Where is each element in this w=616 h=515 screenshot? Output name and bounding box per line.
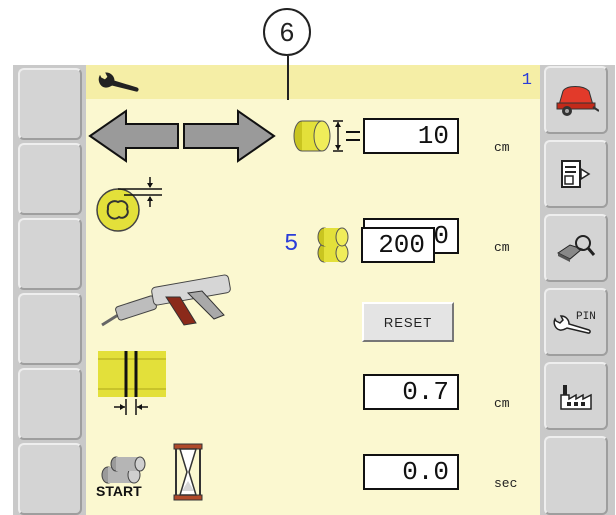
wrench-icon xyxy=(98,72,139,92)
document-export-button[interactable] xyxy=(544,140,608,208)
header-bar: 1 xyxy=(86,65,540,99)
start-delay-unit: sec xyxy=(494,476,518,491)
bale-size-icon xyxy=(88,109,360,163)
left-softkey-2[interactable] xyxy=(18,143,82,215)
reset-button[interactable]: RESET xyxy=(362,302,454,342)
callout-number: 6 xyxy=(279,16,295,47)
bale-diameter-unit: cm xyxy=(494,140,510,155)
bale-diameter-value[interactable]: 10 xyxy=(363,118,459,154)
right-softkey-6[interactable] xyxy=(544,436,608,515)
baler-button[interactable] xyxy=(544,66,608,134)
pin-settings-button[interactable]: PIN xyxy=(544,288,608,356)
baler-icon xyxy=(556,86,599,116)
bale-count: 5 xyxy=(284,231,299,258)
eraser-search-icon xyxy=(557,235,596,262)
start-label: START xyxy=(96,483,142,499)
net-overlap-value[interactable]: 0.7 xyxy=(363,374,459,410)
left-softkey-1[interactable] xyxy=(18,68,82,140)
factory-icon xyxy=(560,385,592,410)
net-overlap-icon xyxy=(98,351,166,415)
lubrication-interval-value[interactable]: 200 xyxy=(361,227,435,263)
settings-panel: 1 10 cm 0 cm 5 200 RESET 0.7 cm START 0.… xyxy=(86,65,540,515)
erase-search-button[interactable] xyxy=(544,214,608,282)
hourglass-icon xyxy=(173,443,203,501)
start-bales-icon xyxy=(101,456,146,484)
left-softkey-3[interactable] xyxy=(18,218,82,290)
left-softkey-6[interactable] xyxy=(18,443,82,515)
left-softkey-4[interactable] xyxy=(18,293,82,365)
callout-marker: 6 xyxy=(263,8,311,56)
document-export-icon xyxy=(561,160,591,188)
page-number: 1 xyxy=(521,71,532,90)
start-delay-value[interactable]: 0.0 xyxy=(363,454,459,490)
bale-stack-icon xyxy=(317,227,349,263)
knife-gap-icon xyxy=(96,177,162,232)
wrench-pin-icon: PIN xyxy=(553,311,596,334)
grease-gun-icon xyxy=(101,274,231,327)
left-softkey-5[interactable] xyxy=(18,368,82,440)
net-overlap-unit: cm xyxy=(494,396,510,411)
callout-line xyxy=(287,56,289,100)
factory-settings-button[interactable] xyxy=(544,362,608,430)
knife-gap-unit: cm xyxy=(494,240,510,255)
pin-label: PIN xyxy=(576,311,596,323)
